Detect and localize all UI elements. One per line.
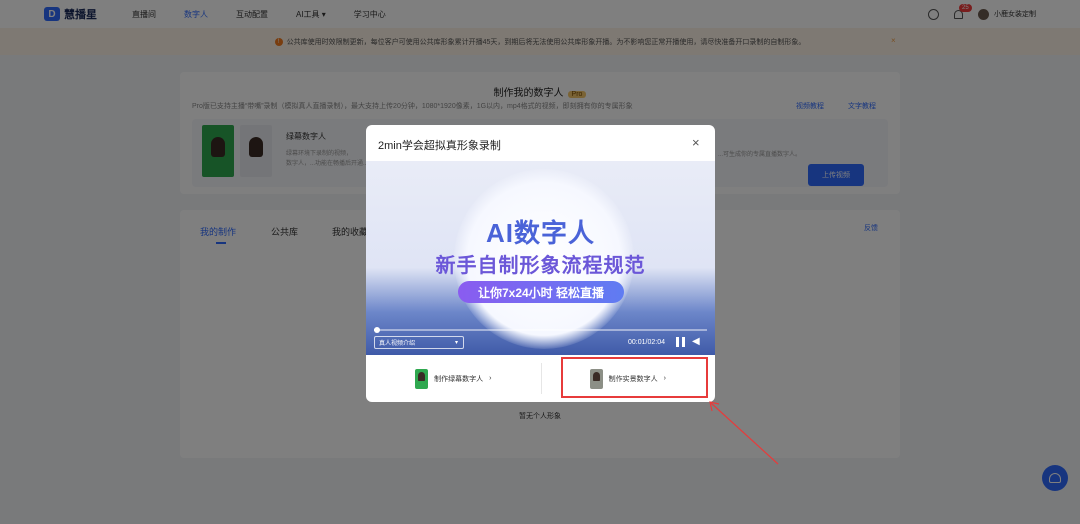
video-progress-bar[interactable] [374, 327, 707, 333]
video-pill: 让你7x24小时 轻松直播 [458, 281, 624, 303]
close-icon[interactable]: × [692, 135, 700, 150]
video-progress-handle[interactable] [374, 327, 380, 333]
modal-title: 2min学会超拟真形象录制 [378, 140, 501, 152]
video-player[interactable]: AI数字人 新手自制形象流程规范 让你7x24小时 轻松直播 真人视频介绍 ▾ 0… [366, 161, 715, 355]
pause-icon[interactable] [676, 337, 685, 347]
video-select[interactable]: 真人视频介绍 ▾ [374, 336, 464, 349]
video-subhead: 新手自制形象流程规范 [435, 255, 646, 277]
chevron-down-icon: ▾ [454, 340, 458, 346]
green-screen-mini-icon [415, 368, 429, 389]
annotation-highlight-box [561, 357, 708, 398]
make-green-screen-button[interactable]: 制作绿幕数字人 › [366, 355, 541, 402]
video-headline: AI数字人 [485, 218, 595, 248]
chevron-right-icon: › [489, 375, 492, 382]
video-time: 00:01/02:04 [628, 339, 665, 346]
volume-icon[interactable]: ◀︎ [692, 337, 700, 347]
divider [541, 363, 542, 394]
